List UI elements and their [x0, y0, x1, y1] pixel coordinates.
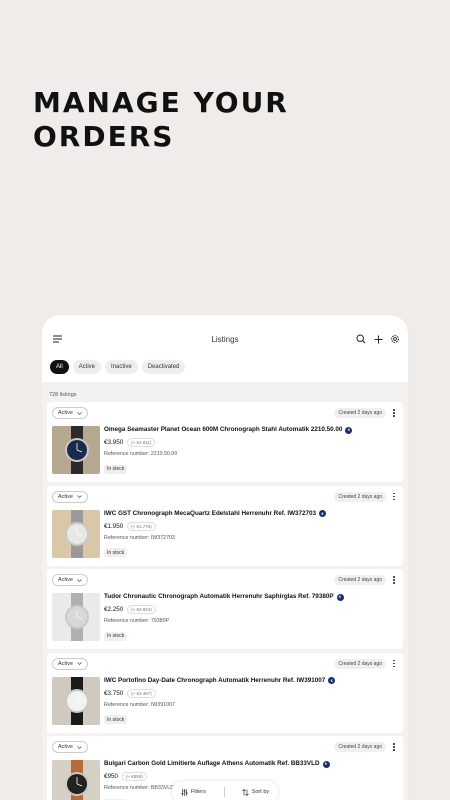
watch-thumbnail	[52, 676, 100, 725]
listing-price: €2.250	[104, 606, 124, 613]
stock-badge: In stock	[104, 548, 128, 557]
reference-number: Reference number: 2210.50.00	[104, 451, 178, 457]
menu-icon[interactable]	[50, 332, 64, 346]
converted-price: (≈ €2.811)	[127, 438, 156, 447]
watch-thumbnail	[52, 509, 100, 558]
status-label: Active	[58, 577, 73, 583]
converted-price: (≈ €1.776)	[127, 521, 156, 531]
promo-heading-line-1: MANAGE YOUR	[33, 86, 289, 119]
more-options-icon[interactable]	[390, 741, 398, 753]
stock-badge: In stock	[104, 631, 128, 641]
status-label: Active	[58, 744, 73, 750]
device-screen: Listings All Active Inactive Deactivated…	[42, 315, 408, 800]
chevron-down-icon	[77, 578, 82, 582]
more-options-icon[interactable]	[390, 407, 398, 419]
listing-title: IWC Portofino Day-Date Chronograph Autom…	[104, 677, 398, 685]
filters-label: Filters	[190, 789, 206, 795]
divider	[223, 787, 225, 797]
sliders-icon	[181, 788, 188, 796]
listing-card[interactable]: Active Created 2 days ago	[47, 652, 403, 733]
currency-badge-icon: €	[345, 426, 353, 434]
created-badge: Created 2 days ago	[334, 575, 386, 585]
listing-price: €3.950	[104, 439, 124, 446]
more-options-icon[interactable]	[390, 574, 398, 586]
chevron-down-icon	[77, 495, 82, 498]
chevron-down-icon	[77, 411, 82, 415]
listing-title: IWC GST Chronograph MecaQuartz Edelstahl…	[104, 510, 398, 518]
listing-title: Bulgari Carbon Gold Limitierte Auflage A…	[104, 760, 398, 768]
promo-heading: MANAGE YOUR ORDERS	[33, 86, 289, 154]
currency-badge-icon: €	[328, 677, 336, 684]
reference-number: Reference number: IW391007	[104, 701, 175, 708]
bottom-action-bar: Filters Sort by	[172, 781, 278, 800]
converted-price: (≈ €3.467)	[127, 688, 156, 698]
sort-button[interactable]: Sort by	[241, 788, 270, 796]
listing-title: Omega Seamaster Planet Ocean 600M Chrono…	[104, 426, 398, 434]
listing-title: Tudor Chronautic Chronograph Automatik H…	[104, 593, 398, 601]
more-options-icon[interactable]	[390, 658, 398, 670]
listing-card[interactable]: Active Created 2 days ago	[47, 402, 403, 482]
gear-icon[interactable]	[388, 332, 402, 346]
stock-badge: In stock	[104, 464, 128, 474]
converted-price: (≈ €859)	[122, 772, 147, 781]
more-options-icon[interactable]	[390, 491, 398, 503]
app-bar-actions	[354, 332, 402, 346]
status-label: Active	[58, 660, 73, 667]
currency-badge-icon: €	[319, 510, 327, 517]
stock-badge: In stock	[104, 715, 128, 724]
status-label: Active	[58, 493, 73, 500]
status-dropdown[interactable]: Active	[52, 741, 88, 753]
created-badge: Created 2 days ago	[334, 658, 386, 669]
status-dropdown[interactable]: Active	[52, 490, 88, 503]
created-badge: Created 2 days ago	[334, 408, 386, 418]
listing-card[interactable]: Active Created 2 days ago	[47, 569, 403, 649]
converted-price: (≈ €2.054)	[127, 605, 156, 614]
watch-thumbnail	[52, 426, 100, 474]
listing-price: €3.750	[104, 689, 124, 697]
listing-price: €1.950	[104, 522, 124, 530]
chevron-down-icon	[77, 662, 82, 665]
listing-count: 728 listings	[42, 382, 408, 402]
created-badge: Created 2 days ago	[334, 491, 386, 502]
status-dropdown[interactable]: Active	[52, 657, 88, 670]
reference-number: Reference number: 79380P	[104, 618, 170, 624]
app-bar: Listings	[42, 315, 408, 363]
sort-icon	[241, 788, 249, 796]
status-label: Active	[58, 410, 73, 416]
chevron-down-icon	[77, 745, 82, 749]
currency-badge-icon: €	[322, 760, 330, 768]
listing-list: Active Created 2 days ago Omega Seamaste…	[42, 402, 408, 800]
listing-price: €950	[104, 773, 119, 780]
search-icon[interactable]	[354, 332, 368, 346]
promo-heading-line-2: ORDERS	[33, 120, 175, 153]
watch-thumbnail	[52, 593, 100, 641]
currency-badge-icon: €	[336, 593, 344, 601]
status-dropdown[interactable]: Active	[52, 574, 88, 586]
created-badge: Created 2 days ago	[334, 742, 386, 752]
filters-button[interactable]: Filters	[181, 788, 206, 796]
reference-number: Reference number: IW372703	[104, 534, 175, 541]
status-dropdown[interactable]: Active	[52, 407, 88, 419]
watch-thumbnail	[52, 760, 100, 800]
sort-label: Sort by	[251, 789, 270, 795]
listing-card[interactable]: Active Created 2 days ago	[47, 485, 403, 566]
plus-icon[interactable]	[371, 332, 385, 346]
